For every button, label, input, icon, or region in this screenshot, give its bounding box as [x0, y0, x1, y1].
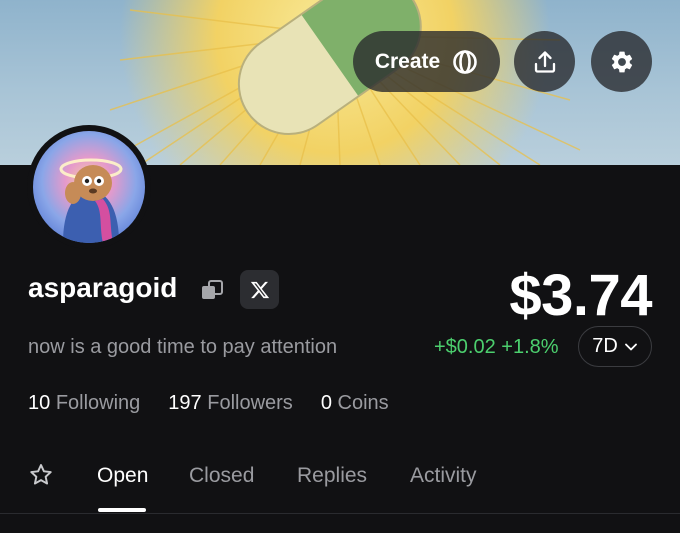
share-upload-icon: [534, 50, 555, 73]
followers-stat[interactable]: 197 Followers: [168, 392, 293, 415]
tabs-divider: [0, 513, 680, 514]
following-label: Following: [55, 392, 141, 414]
create-button[interactable]: Create: [353, 31, 500, 92]
favorites-tab[interactable]: [28, 462, 54, 493]
create-button-label: Create: [374, 49, 441, 73]
followers-count: 197: [168, 392, 202, 414]
tab-replies[interactable]: Replies: [297, 464, 367, 488]
chevron-down-icon: [624, 343, 637, 350]
share-button[interactable]: [514, 31, 575, 92]
profile-tabs: Open Closed Replies Activity: [28, 462, 652, 514]
profile-stats: 10 Following 197 Followers 0 Coins: [28, 392, 389, 415]
portfolio-balance: $3.74: [509, 263, 652, 328]
period-selector[interactable]: 7D: [578, 326, 652, 367]
coins-label: Coins: [337, 392, 389, 414]
gear-icon: [611, 51, 632, 72]
followers-label: Followers: [207, 392, 293, 414]
period-selector-label: 7D: [592, 335, 618, 357]
balance-change: +$0.02 +1.8%: [434, 336, 559, 358]
following-stat[interactable]: 10 Following: [28, 392, 140, 415]
x-logo-icon: [250, 281, 269, 298]
tab-activity[interactable]: Activity: [410, 464, 477, 488]
coins-count: 0: [320, 392, 332, 414]
star-icon: [30, 464, 52, 485]
username: asparagoid: [28, 272, 178, 303]
copy-icon[interactable]: [200, 278, 224, 307]
coins-stat[interactable]: 0 Coins: [321, 392, 389, 415]
following-count: 10: [28, 392, 51, 414]
coin-ring-icon: [453, 49, 477, 74]
active-tab-indicator: [98, 508, 146, 512]
tab-open[interactable]: Open: [97, 464, 148, 488]
settings-button[interactable]: [591, 31, 652, 92]
avatar-image: [33, 131, 145, 243]
x-profile-button[interactable]: [240, 270, 279, 309]
tab-closed[interactable]: Closed: [189, 464, 254, 488]
profile-bio: now is a good time to pay attention: [28, 336, 338, 358]
avatar[interactable]: [27, 125, 151, 249]
